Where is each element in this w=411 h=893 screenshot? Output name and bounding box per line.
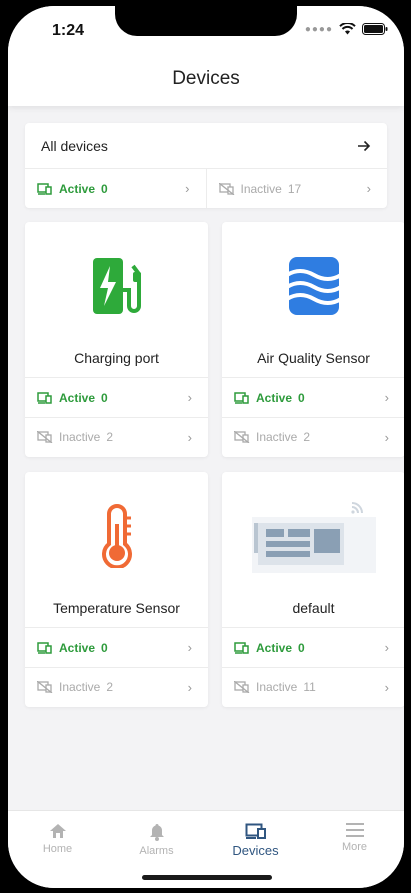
device-active-row[interactable]: Active 0 › — [25, 378, 208, 417]
battery-icon — [362, 23, 388, 35]
chevron-right-icon: › — [384, 390, 389, 405]
inactive-count: 2 — [106, 430, 114, 444]
chevron-right-icon: › — [384, 679, 389, 695]
inactive-count: 2 — [106, 680, 114, 694]
inactive-count: 11 — [303, 680, 316, 694]
active-count: 0 — [101, 390, 108, 405]
nav-label: Alarms — [139, 845, 174, 857]
arrow-right-icon[interactable] — [357, 140, 371, 152]
devices-content: All devices Active 0 › Inactive 17 › Cha… — [8, 106, 404, 810]
inactive-label: Inactive — [59, 680, 101, 694]
device-card-temperature-sensor[interactable]: Temperature Sensor Active 0 › Inactive 2… — [25, 472, 208, 707]
active-count: 0 — [298, 640, 305, 655]
wifi-icon — [339, 23, 356, 35]
device-active-row[interactable]: Active 0 › — [25, 628, 208, 667]
device-card-air-quality-sensor[interactable]: Air Quality Sensor Active 0 › Inactive 2… — [222, 222, 404, 457]
device-active-icon — [37, 391, 52, 404]
cellular-signal-icon: ●●●● — [304, 23, 333, 35]
inactive-label: Inactive — [59, 430, 101, 444]
chevron-right-icon: › — [185, 181, 190, 196]
nav-label: More — [341, 841, 368, 853]
active-label: Active — [59, 640, 96, 655]
all-devices-header[interactable]: All devices — [25, 123, 387, 169]
nav-label: Devices — [232, 843, 279, 858]
device-inactive-row[interactable]: Inactive 2 › — [25, 417, 208, 456]
inactive-label: Inactive — [256, 430, 298, 444]
active-label: Active — [256, 390, 293, 405]
device-card-charging-port[interactable]: Charging port Active 0 › Inactive 2 › — [25, 222, 208, 457]
device-inactive-icon — [37, 681, 53, 693]
inactive-count: 17 — [287, 181, 302, 196]
devices-icon — [245, 823, 266, 839]
device-active-row[interactable]: Active 0 › — [222, 378, 404, 417]
status-icons: ●●●● — [305, 23, 388, 35]
charging-station-icon — [92, 258, 141, 314]
nav-more[interactable]: More — [305, 811, 404, 888]
thermometer-icon — [101, 504, 132, 568]
nav-label: Home — [42, 843, 73, 855]
chevron-right-icon: › — [384, 640, 389, 655]
all-devices-title: All devices — [41, 137, 108, 154]
device-inactive-row[interactable]: Inactive 2 › — [222, 417, 404, 456]
inactive-count: 2 — [303, 430, 311, 444]
device-inactive-row[interactable]: Inactive 11 › — [222, 667, 404, 706]
device-active-icon — [37, 641, 52, 654]
device-inactive-icon — [218, 182, 234, 195]
active-count: 0 — [298, 390, 305, 405]
inactive-label: Inactive — [256, 680, 298, 694]
device-board-icon — [251, 502, 376, 573]
chevron-right-icon: › — [187, 679, 192, 695]
chevron-right-icon: › — [187, 640, 192, 655]
all-devices-card: All devices Active 0 › Inactive 17 › — [25, 123, 387, 208]
home-icon — [49, 824, 66, 838]
active-label: Active — [59, 390, 96, 405]
chevron-right-icon: › — [384, 429, 389, 445]
status-time: 1:24 — [52, 22, 85, 39]
device-inactive-icon — [37, 431, 53, 443]
device-inactive-icon — [234, 681, 250, 693]
device-card-default[interactable]: default Active 0 › Inactive 11 › — [222, 472, 404, 707]
active-label: Active — [59, 181, 96, 196]
air-quality-icon — [285, 257, 342, 315]
inactive-label: Inactive — [240, 181, 282, 196]
chevron-right-icon: › — [366, 181, 371, 196]
device-inactive-row[interactable]: Inactive 2 › — [25, 667, 208, 706]
device-inactive-icon — [234, 431, 250, 443]
device-name: Charging port — [25, 350, 208, 378]
device-active-icon — [234, 391, 249, 404]
device-notch — [115, 6, 297, 36]
device-active-icon — [234, 641, 249, 654]
all-devices-active-link[interactable]: Active 0 › — [25, 169, 206, 208]
all-devices-inactive-link[interactable]: Inactive 17 › — [205, 169, 388, 208]
app-header: 1:24 ●●●● Devices — [8, 6, 404, 106]
chevron-right-icon: › — [187, 390, 192, 405]
device-active-icon — [37, 182, 52, 195]
phone-screen: 1:24 ●●●● Devices All devices Active 0 ›… — [8, 6, 404, 888]
home-indicator — [142, 875, 272, 880]
device-active-row[interactable]: Active 0 › — [222, 628, 404, 667]
nav-home[interactable]: Home — [8, 811, 107, 888]
active-label: Active — [256, 640, 293, 655]
active-count: 0 — [101, 640, 108, 655]
chevron-right-icon: › — [187, 429, 192, 445]
bell-icon — [149, 824, 164, 841]
menu-icon — [345, 823, 364, 837]
device-name: Air Quality Sensor — [222, 350, 404, 378]
device-name: Temperature Sensor — [25, 600, 208, 628]
active-count: 0 — [101, 181, 108, 196]
page-title: Devices — [172, 68, 240, 89]
device-name: default — [222, 600, 404, 628]
